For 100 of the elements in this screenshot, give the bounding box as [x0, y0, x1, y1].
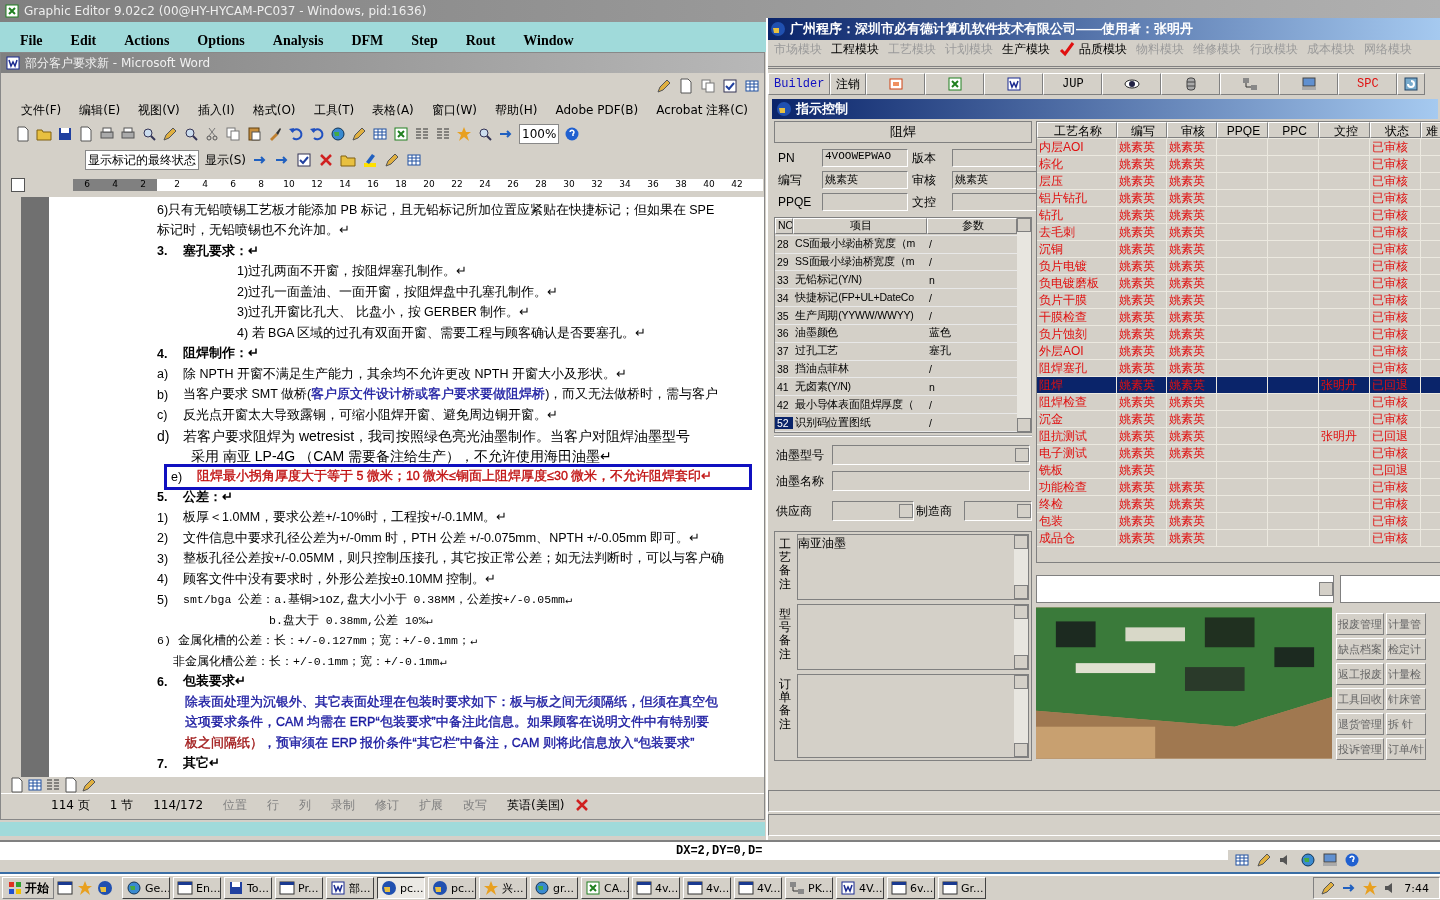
menu-item[interactable]: 格式(O) — [252, 101, 296, 119]
column-header[interactable]: PPQE — [1217, 122, 1268, 138]
pencil-icon[interactable] — [351, 126, 367, 142]
columns-icon[interactable] — [435, 126, 451, 142]
tray-icon[interactable] — [1256, 852, 1272, 868]
taskbar-button[interactable]: 4v... — [683, 877, 731, 899]
taskbar-button[interactable]: PK... — [785, 877, 833, 899]
taskbar-button[interactable]: CA... — [581, 877, 629, 899]
search-icon[interactable] — [183, 126, 199, 142]
menu-item[interactable]: 插入(I) — [197, 101, 235, 119]
cross-icon[interactable] — [318, 152, 334, 168]
column-header[interactable]: 工艺名称 — [1037, 122, 1117, 138]
module-tab[interactable]: 工程模块 — [831, 40, 879, 58]
taskbar-button[interactable]: 6v... — [887, 877, 935, 899]
side-button[interactable]: 返工报废 — [1336, 663, 1384, 685]
paste-icon[interactable] — [246, 126, 262, 142]
side-button[interactable]: 订单/针 — [1386, 738, 1427, 760]
view-icon[interactable] — [45, 777, 61, 793]
pencil-icon[interactable] — [162, 126, 178, 142]
toolbar-button[interactable]: JUP — [1043, 73, 1103, 95]
markup-dropdown[interactable]: 显示标记的最终状态 — [85, 150, 199, 170]
column-header[interactable]: 参数 — [927, 218, 1017, 235]
zoom-dropdown[interactable]: 100% — [519, 124, 560, 144]
taskbar-button[interactable]: gr... — [530, 877, 578, 899]
show-menu[interactable]: 显示(S) — [205, 151, 246, 169]
tray-icon[interactable] — [1300, 852, 1316, 868]
highlighter-icon[interactable] — [362, 152, 378, 168]
tab-selector[interactable] — [11, 178, 25, 192]
column-header[interactable]: 项目 — [793, 218, 927, 235]
text-field[interactable]: 4VOOWEPWAO — [822, 149, 908, 167]
menu-item[interactable]: 窗口(W) — [431, 101, 478, 119]
side-button[interactable]: 退货管理 — [1336, 713, 1384, 735]
document-icon[interactable] — [15, 126, 31, 142]
text-field[interactable] — [822, 193, 908, 211]
view-icon[interactable] — [9, 777, 25, 793]
columns-icon[interactable] — [414, 126, 430, 142]
menu-item[interactable]: Rout — [465, 32, 496, 52]
column-header[interactable]: 文控 — [1319, 122, 1370, 138]
tray-icon[interactable] — [1320, 880, 1337, 896]
cut-icon[interactable] — [204, 126, 220, 142]
undo-icon[interactable] — [288, 126, 304, 142]
help-icon[interactable] — [564, 126, 581, 142]
print-icon[interactable] — [99, 126, 115, 142]
taskbar-button[interactable]: 部... — [326, 877, 374, 899]
column-header[interactable]: PPC — [1268, 122, 1319, 138]
taskbar-button[interactable]: En... — [173, 877, 221, 899]
undo-icon[interactable] — [309, 126, 325, 142]
pencil-icon[interactable] — [384, 152, 400, 168]
print-icon[interactable] — [120, 126, 136, 142]
toolbar-button[interactable]: 注销 — [830, 73, 867, 95]
side-button[interactable]: 拆 针 — [1386, 713, 1427, 735]
app-icon[interactable] — [97, 880, 113, 896]
dropdown-field[interactable] — [1036, 575, 1334, 603]
side-button[interactable]: 计量管 — [1386, 613, 1427, 635]
copy-icon[interactable] — [700, 78, 716, 94]
module-tab[interactable]: 生产模块 — [1002, 40, 1050, 58]
side-button[interactable]: 工具回收 — [1336, 688, 1384, 710]
view-icon[interactable] — [27, 777, 43, 793]
copy-icon[interactable] — [225, 126, 241, 142]
tray-icon[interactable] — [1234, 852, 1250, 868]
taskbar-button[interactable]: 4V... — [836, 877, 884, 899]
taskbar-button[interactable]: Ge... — [122, 877, 170, 899]
text-field[interactable] — [1340, 575, 1440, 603]
pencil-icon[interactable] — [656, 78, 672, 94]
menu-item[interactable]: 视图(V) — [138, 101, 180, 119]
taskbar-button[interactable]: pc... — [377, 877, 425, 899]
module-tab[interactable]: 品质模块 — [1079, 40, 1127, 58]
tray-icon[interactable] — [1322, 852, 1338, 868]
taskbar-button[interactable]: To... — [224, 877, 272, 899]
menu-item[interactable]: 表格(A) — [372, 101, 414, 119]
check-icon[interactable] — [296, 152, 312, 168]
side-button[interactable]: 计量检 — [1386, 663, 1427, 685]
taskbar-button[interactable]: 兴... — [479, 877, 527, 899]
menu-item[interactable]: 帮助(H) — [495, 101, 538, 119]
toolbar-button[interactable]: Builder — [768, 73, 831, 95]
column-header[interactable]: 难 — [1421, 122, 1440, 138]
search-icon[interactable] — [477, 126, 493, 142]
app-icon[interactable] — [57, 880, 73, 896]
menu-item[interactable]: DFM — [351, 32, 384, 52]
document-icon[interactable] — [678, 78, 694, 94]
notes-field[interactable] — [797, 604, 1029, 670]
table-icon[interactable] — [406, 152, 422, 168]
column-header[interactable]: NO — [775, 218, 793, 235]
dropdown-field[interactable] — [832, 445, 1030, 465]
menu-item[interactable]: Acrobat 注释(C) — [656, 101, 748, 119]
side-button[interactable]: 检定计 — [1386, 638, 1427, 660]
side-button[interactable]: 投诉管理 — [1336, 738, 1384, 760]
taskbar-button[interactable]: 4V... — [734, 877, 782, 899]
taskbar-button[interactable]: pc... — [428, 877, 476, 899]
menu-item[interactable]: File — [20, 32, 43, 52]
menu-item[interactable]: Adobe PDF(B) — [555, 103, 639, 117]
menu-item[interactable]: Window — [523, 32, 574, 52]
menu-item[interactable]: Edit — [70, 32, 97, 52]
toolbar-button[interactable] — [1102, 73, 1162, 95]
taskbar-button[interactable]: Pr... — [275, 877, 323, 899]
notes-field[interactable]: 南亚油墨 — [797, 534, 1029, 600]
taskbar-button[interactable]: Gr... — [938, 877, 986, 899]
text-field[interactable]: 姚素英 — [822, 171, 908, 189]
search-icon[interactable] — [141, 126, 157, 142]
menu-item[interactable]: Options — [197, 32, 245, 52]
